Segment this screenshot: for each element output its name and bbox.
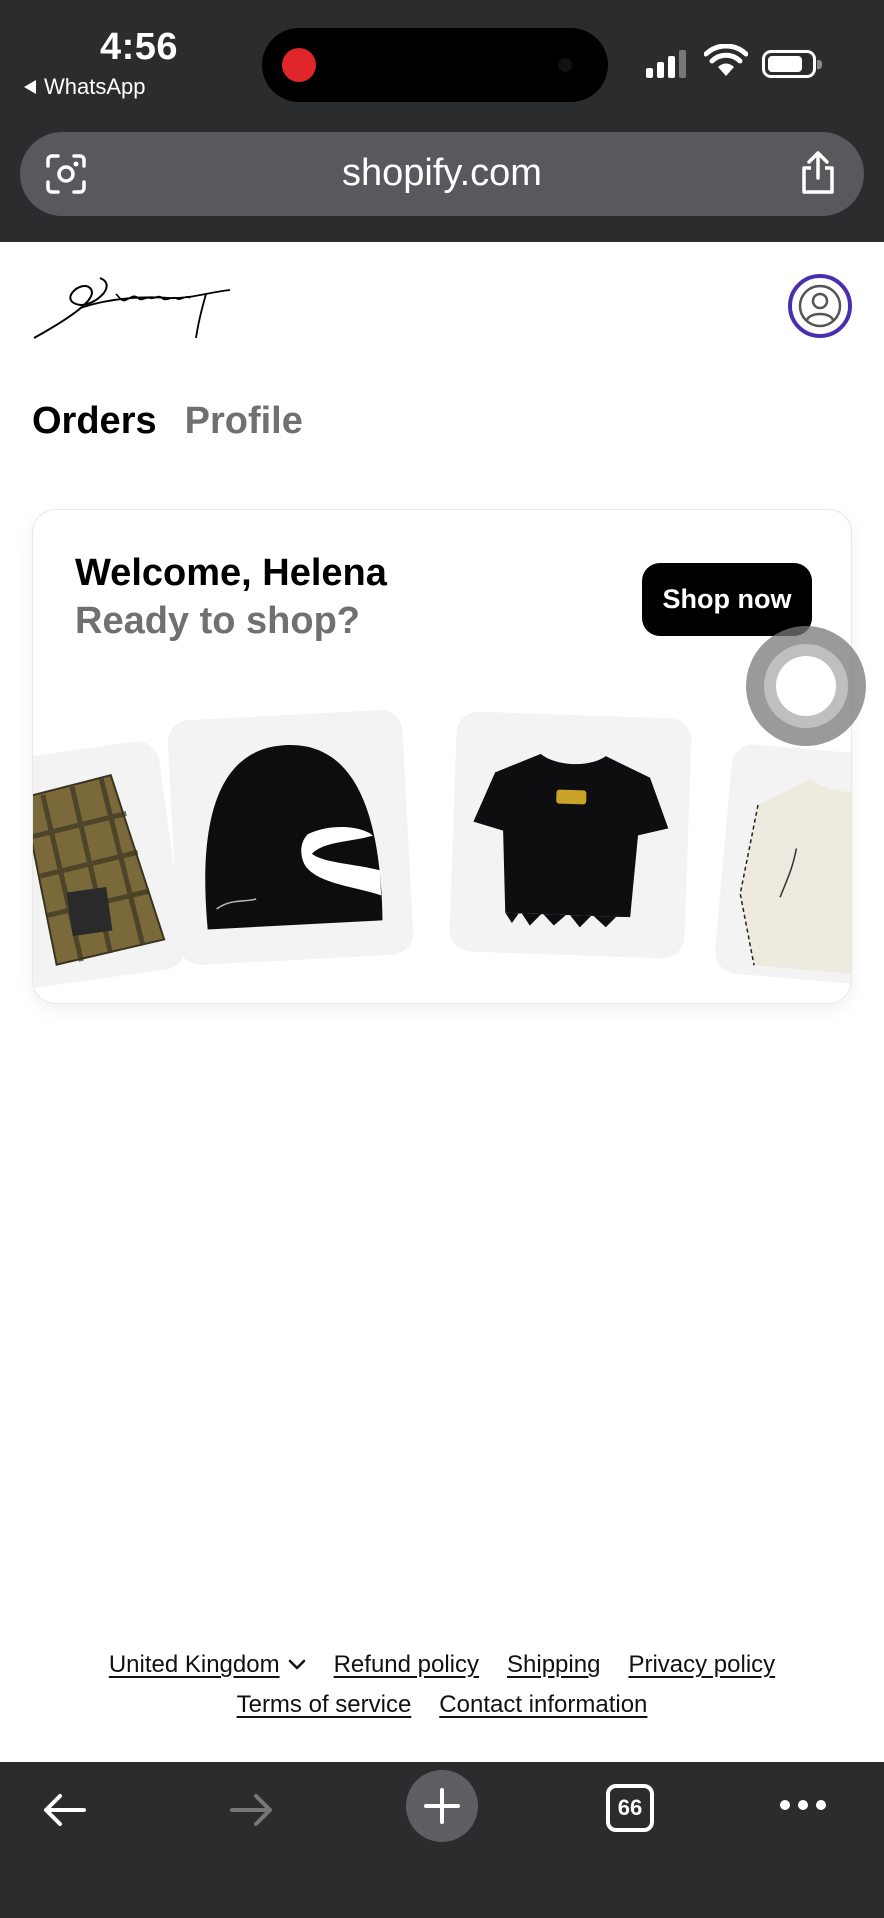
tab-profile[interactable]: Profile bbox=[185, 400, 303, 443]
welcome-heading: Welcome, Helena bbox=[75, 552, 387, 594]
refund-policy-link[interactable]: Refund policy bbox=[334, 1651, 479, 1679]
welcome-subtitle: Ready to shop? bbox=[75, 600, 361, 642]
forward-arrow-icon[interactable] bbox=[228, 1792, 276, 1828]
store-logo[interactable] bbox=[30, 268, 235, 342]
back-triangle-icon bbox=[24, 80, 36, 94]
assistive-touch-button[interactable] bbox=[746, 626, 866, 746]
country-selector[interactable]: United Kingdom bbox=[109, 1651, 306, 1679]
product-image-black-tee[interactable] bbox=[448, 710, 693, 960]
new-tab-button[interactable] bbox=[406, 1770, 478, 1842]
tab-switcher-button[interactable]: 66 bbox=[606, 1784, 654, 1832]
account-tabs: Orders Profile bbox=[32, 400, 303, 443]
country-label: United Kingdom bbox=[108, 1651, 280, 1678]
footer-links-row-1: United Kingdom Refund policy Shipping Pr… bbox=[0, 1651, 884, 1679]
back-to-app-button[interactable]: WhatsApp bbox=[24, 74, 146, 100]
wifi-icon bbox=[704, 44, 748, 76]
shipping-link[interactable]: Shipping bbox=[507, 1651, 600, 1679]
account-button[interactable] bbox=[788, 274, 852, 338]
footer-links-row-2: Terms of service Contact information bbox=[0, 1691, 884, 1719]
recording-indicator-icon bbox=[282, 48, 316, 82]
privacy-policy-link[interactable]: Privacy policy bbox=[628, 1651, 775, 1679]
browser-bottom-toolbar: 66 bbox=[0, 1762, 884, 1918]
product-image-beanie[interactable] bbox=[166, 709, 415, 966]
more-options-icon[interactable] bbox=[780, 1800, 826, 1810]
dynamic-island bbox=[262, 28, 608, 102]
battery-icon bbox=[762, 50, 822, 78]
contact-information-link[interactable]: Contact information bbox=[439, 1691, 647, 1719]
person-circle-icon bbox=[798, 284, 842, 328]
terms-of-service-link[interactable]: Terms of service bbox=[237, 1691, 412, 1719]
browser-top-chrome: 4:56 WhatsApp shopify.com bbox=[0, 0, 884, 242]
tab-orders[interactable]: Orders bbox=[32, 400, 157, 443]
address-bar[interactable]: shopify.com bbox=[20, 132, 864, 216]
product-image-plaid-shirt[interactable] bbox=[33, 738, 189, 992]
back-app-label: WhatsApp bbox=[44, 74, 146, 99]
plus-icon bbox=[424, 1788, 460, 1824]
welcome-card: Welcome, Helena Ready to shop? Shop now bbox=[32, 509, 852, 1004]
back-arrow-icon[interactable] bbox=[40, 1792, 88, 1828]
product-image-cream-longsleeve[interactable] bbox=[713, 742, 851, 988]
share-icon[interactable] bbox=[798, 150, 838, 196]
cellular-signal-icon bbox=[646, 48, 686, 78]
camera-icon bbox=[558, 58, 572, 72]
url-text: shopify.com bbox=[342, 152, 542, 194]
shop-now-button[interactable]: Shop now bbox=[642, 563, 812, 636]
chevron-down-icon bbox=[288, 1659, 305, 1670]
status-time: 4:56 bbox=[100, 26, 179, 68]
